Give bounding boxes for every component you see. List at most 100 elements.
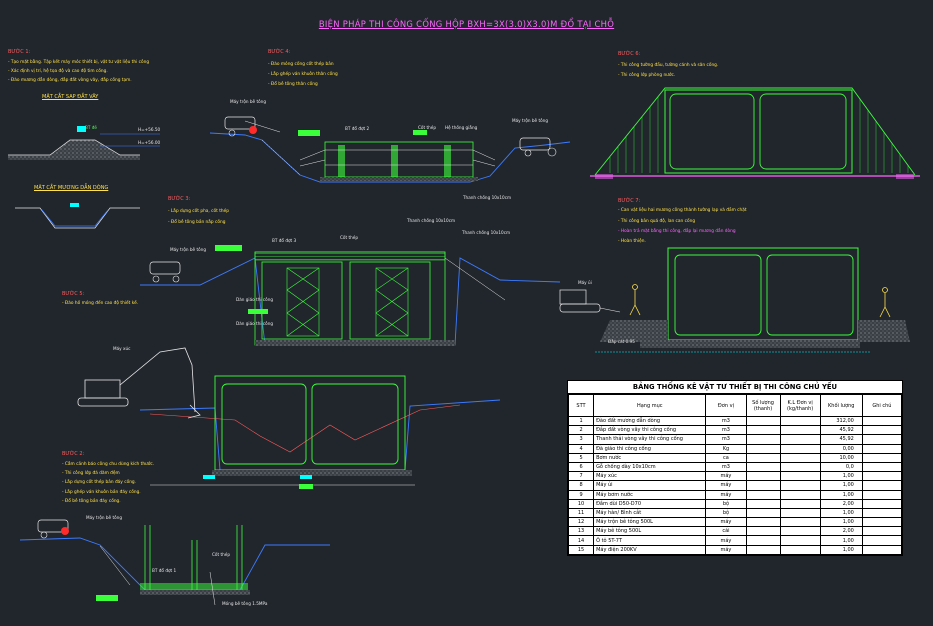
cell-so-luong: [745, 507, 781, 519]
section-cut-channel: [15, 203, 140, 229]
cell-hang-muc: Đà giáo thi công cống: [593, 443, 707, 454]
label-mixer-2: Máy trộn bê tông: [512, 118, 548, 123]
cell-don-vi: máy: [705, 489, 747, 500]
cell-kl-don-vi: [779, 415, 821, 427]
step7-note-2: - Thi công bản quá độ, lan can cống: [618, 219, 696, 224]
section-title-cut1: MẶT CẮT SAP ĐẮT VÂY: [42, 94, 99, 100]
cell-hang-muc: Đắp đất vòng vây thi công cống: [593, 425, 707, 436]
cell-don-vi: máy: [705, 517, 747, 528]
cell-ghi-chu: [861, 535, 903, 546]
cell-kl-don-vi: [779, 443, 821, 454]
step2-note-2: - Thi công lớp đá dăm đệm: [62, 471, 120, 476]
roller-machine: [559, 289, 621, 313]
label-mong-bt: Móng bê tông 1.5MPa: [222, 601, 268, 606]
step3-title: BƯỚC 3:: [168, 196, 191, 202]
table-row: 15 Máy điện 200KV máy 1,00: [567, 544, 903, 555]
cell-stt: 13: [567, 526, 595, 537]
cell-stt: 9: [567, 489, 595, 500]
cell-ghi-chu: [861, 489, 903, 500]
cell-so-luong: [745, 526, 781, 537]
col-khoi-luong: Khối lượng: [819, 394, 863, 417]
label-thanh-chong-1: Thanh chống 10x10cm: [463, 195, 512, 200]
cell-khoi-luong: 1,00: [819, 480, 863, 491]
cell-kl-don-vi: [779, 434, 821, 445]
cell-hang-muc: Máy bê tông 500L: [593, 526, 707, 537]
label-bt-do1: BT đổ đợt 1: [152, 568, 177, 573]
table-row: 12 Máy trộn bê tông 500L máy 1,00: [567, 517, 903, 528]
step4-note-3: - Đổ bê tông thân cống: [268, 82, 318, 87]
cell-so-luong: [745, 480, 781, 491]
step6-title: BƯỚC 6:: [618, 51, 641, 57]
step2-note-5: - Đổ bê tông bản đáy cống.: [62, 499, 121, 504]
step7-title: BƯỚC 7:: [618, 198, 641, 204]
step7-note-final: - Hoàn thiện.: [618, 239, 646, 244]
cell-don-vi: máy: [705, 535, 747, 546]
cell-kl-don-vi: [779, 489, 821, 500]
label-he-thong-giang: Hệ thống giằng: [445, 125, 478, 130]
elevation-label-1: H=+56.50: [138, 127, 161, 132]
cell-ghi-chu: [861, 415, 903, 427]
cell-ghi-chu: [861, 461, 903, 473]
cell-ghi-chu: [861, 471, 903, 482]
cell-ghi-chu: [861, 526, 903, 537]
excavator-machine: [77, 347, 201, 419]
table-header-row: STT Hạng mục Đơn vị Số lượng (thanh) K.L…: [567, 394, 903, 417]
cell-hang-muc: Máy xúc: [593, 471, 707, 482]
workers-step7: [629, 284, 891, 318]
cell-don-vi: máy: [705, 544, 747, 555]
cell-ghi-chu: [861, 452, 903, 463]
table-row: 2 Đắp đất vòng vây thi công cống m3 45,92: [567, 425, 903, 436]
cell-ghi-chu: [861, 443, 903, 454]
cell-khoi-luong: 45,92: [819, 425, 863, 436]
cell-don-vi: m3: [705, 461, 747, 473]
cell-so-luong: [745, 461, 781, 473]
step4-note-2: - Lắp ghép ván khuôn thân cống: [268, 72, 338, 77]
step4-note-1: - Đào móng cống cốt thép bản: [268, 62, 334, 67]
label-mixer-3: Máy trộn bê tông: [170, 247, 206, 252]
col-ghi-chu: Ghi chú: [861, 394, 903, 417]
cell-khoi-luong: 10,00: [819, 452, 863, 463]
cell-don-vi: máy: [705, 471, 747, 482]
cell-hang-muc: Máy trộn bê tông 500L: [593, 517, 707, 528]
step1-note-1: - Tạo mặt bằng. Tập kết máy móc thiết bị…: [8, 60, 150, 65]
table-row: 3 Thanh thải vòng vây thi công cống m3 45,9…: [567, 434, 903, 445]
cell-khoi-luong: 0,00: [819, 443, 863, 454]
step6-note-2: - Thi công lớp phòng nước.: [618, 73, 676, 78]
cell-kl-don-vi: [779, 507, 821, 519]
step2-note-4: - Lắp ghép ván khuôn bản đáy cống.: [62, 490, 141, 495]
step2-note-1: - Cắm cảnh báo công chu dùng kích thước.: [62, 462, 155, 467]
cell-kl-don-vi: [779, 471, 821, 482]
table-row: 8 Máy ủi máy 1,00: [567, 480, 903, 491]
step5-title: BƯỚC 5:: [62, 291, 85, 297]
step7-note-1: - Can vật liệu hai mương công thành tườn…: [618, 208, 747, 213]
cell-kl-don-vi: [779, 461, 821, 473]
cell-kl-don-vi: [779, 517, 821, 528]
cell-hang-muc: Máy ủi: [593, 480, 707, 491]
cell-don-vi: m3: [705, 434, 747, 445]
step6-note-1: - Thi công tường đầu, tường cánh và sân …: [618, 63, 719, 68]
label-thanh-chong-2: Thanh chống 10x10cm: [462, 230, 511, 235]
table-row: 14 Ô tô 5T-7T máy 1,00: [567, 535, 903, 546]
cell-so-luong: [745, 498, 781, 509]
cell-hang-muc: Thanh thải vòng vây thi công cống: [593, 434, 707, 445]
col-so-luong: Số lượng (thanh): [745, 394, 781, 417]
cell-so-luong: [745, 443, 781, 454]
cell-stt: 8: [567, 480, 595, 491]
cell-stt: 11: [567, 507, 595, 519]
cell-so-luong: [745, 471, 781, 482]
cell-hang-muc: Máy hàn/ Bình cắt: [593, 507, 707, 519]
cell-khoi-luong: 2,00: [819, 498, 863, 509]
label-cot-thep-2: Cốt thép: [340, 235, 358, 240]
cell-khoi-luong: 1,00: [819, 471, 863, 482]
cell-ghi-chu: [861, 507, 903, 519]
cell-don-vi: cái: [705, 526, 747, 537]
table-row: 7 Máy xúc máy 1,00: [567, 471, 903, 482]
cell-don-vi: máy: [705, 480, 747, 491]
step2-note-3: - Lắp dựng cốt thép bản đáy cống.: [62, 480, 137, 485]
table-row: 11 Máy hàn/ Bình cắt bộ 1,00: [567, 507, 903, 519]
cell-so-luong: [745, 489, 781, 500]
step3-note-2: - Đổ bê tông bản nắp cống: [168, 220, 226, 225]
step1-note-2: - Xác định vị trí, hệ tọa độ và cao độ t…: [8, 69, 108, 74]
cell-ghi-chu: [861, 517, 903, 528]
cell-don-vi: bộ: [705, 498, 747, 509]
